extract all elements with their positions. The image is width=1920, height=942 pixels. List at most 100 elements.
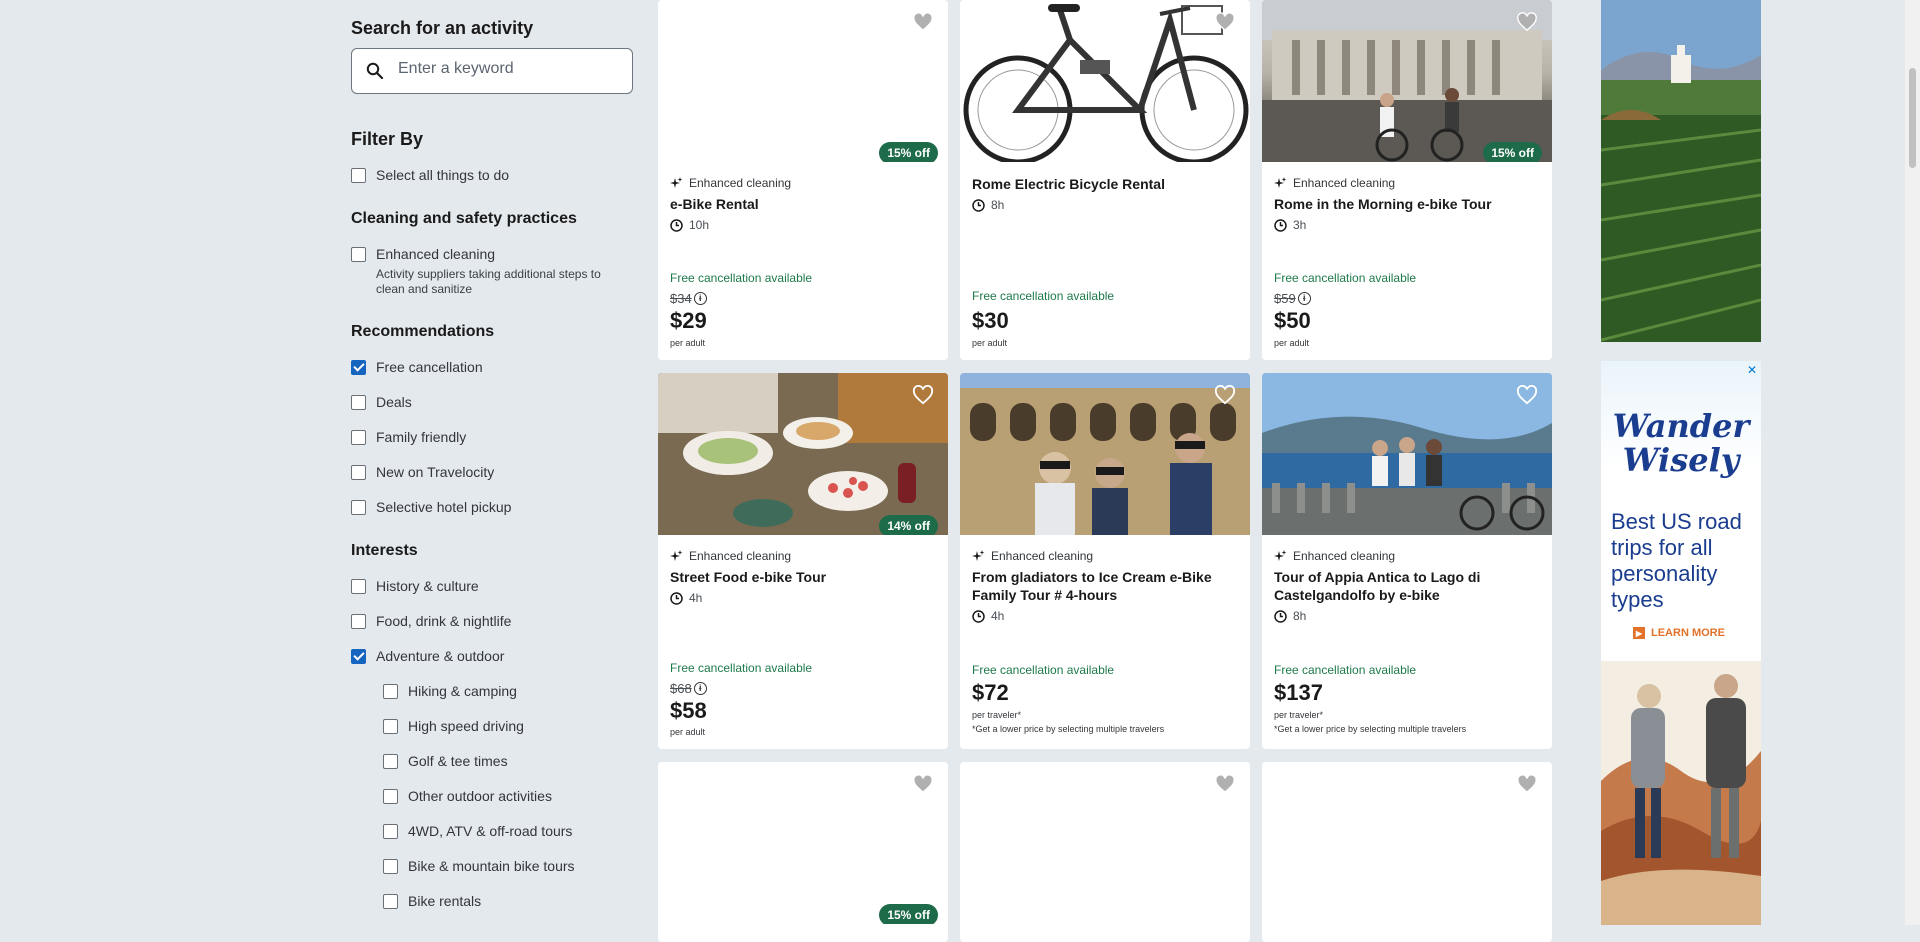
- activity-title[interactable]: Rome in the Morning e-bike Tour: [1274, 195, 1540, 213]
- ad-banner-top[interactable]: [1601, 0, 1761, 342]
- checkbox-deals[interactable]: Deals: [351, 392, 412, 412]
- activity-title[interactable]: e-Bike Rental: [670, 195, 936, 213]
- checkbox-box[interactable]: [383, 683, 398, 699]
- checkbox-label: Select all things to do: [376, 167, 510, 183]
- checkbox-box[interactable]: [383, 788, 398, 804]
- activity-image[interactable]: [1262, 373, 1552, 535]
- favorite-heart-icon[interactable]: [1516, 774, 1538, 794]
- favorite-heart-icon[interactable]: [912, 774, 934, 794]
- activity-card-rome-electric-bicycle[interactable]: Rome Electric Bicycle Rental 8h Free can…: [960, 0, 1250, 360]
- cleaning-label: Enhanced cleaning: [689, 549, 792, 563]
- checkbox-box[interactable]: [383, 823, 398, 839]
- recommendations-title: Recommendations: [351, 323, 495, 340]
- activity-card-rome-morning-tour[interactable]: 15% off Enhanced cleaning Rome in the Mo…: [1262, 0, 1552, 360]
- checkbox-label: Adventure & outdoor: [376, 648, 505, 664]
- checkbox-other-outdoor[interactable]: Other outdoor activities: [383, 786, 552, 806]
- free-cancellation-text: Free cancellation available: [670, 271, 813, 285]
- checkbox-box[interactable]: [383, 718, 398, 734]
- food-table-image: [658, 373, 948, 535]
- activity-image[interactable]: [1262, 762, 1552, 924]
- sparkle-icon: [670, 549, 683, 561]
- scrollbar-thumb[interactable]: [1909, 68, 1916, 168]
- original-price-value: $59: [1274, 291, 1296, 306]
- checkbox-box[interactable]: [351, 499, 366, 515]
- checkbox-enhanced-cleaning[interactable]: Enhanced cleaning: [351, 244, 495, 264]
- checkbox-golf[interactable]: Golf & tee times: [383, 751, 508, 771]
- search-icon: [366, 62, 384, 80]
- activity-image[interactable]: 15% off: [658, 762, 948, 924]
- checkbox-bike-tours[interactable]: Bike & mountain bike tours: [383, 856, 575, 876]
- info-icon[interactable]: i: [1297, 292, 1311, 305]
- checkbox-history-culture[interactable]: History & culture: [351, 576, 479, 596]
- ad-cta[interactable]: ▶ LEARN MORE: [1633, 627, 1725, 639]
- clock-icon: [972, 609, 985, 623]
- favorite-heart-icon[interactable]: [1516, 385, 1538, 405]
- favorite-heart-icon[interactable]: [912, 385, 934, 405]
- favorite-heart-icon[interactable]: [1214, 12, 1236, 32]
- activity-title[interactable]: From gladiators to Ice Cream e-Bike Fami…: [972, 568, 1238, 604]
- activity-image[interactable]: [960, 0, 1250, 162]
- favorite-heart-icon[interactable]: [1516, 12, 1538, 32]
- checkbox-box[interactable]: [383, 753, 398, 769]
- enhanced-cleaning-tag: Enhanced cleaning: [972, 549, 1093, 563]
- checkbox-label: New on Travelocity: [376, 464, 495, 480]
- checkbox-box[interactable]: [351, 578, 366, 594]
- checkbox-box[interactable]: [351, 167, 366, 183]
- price-unit: per adult: [972, 338, 1008, 348]
- checkbox-hiking-camping[interactable]: Hiking & camping: [383, 681, 517, 701]
- search-field[interactable]: [351, 48, 633, 94]
- info-icon[interactable]: i: [693, 292, 707, 305]
- activity-image[interactable]: [960, 762, 1250, 924]
- activity-card[interactable]: 15% off: [658, 762, 948, 942]
- activity-card-gladiators-tour[interactable]: Enhanced cleaning From gladiators to Ice…: [960, 373, 1250, 749]
- checkbox-box[interactable]: [351, 429, 366, 445]
- checkbox-bike-rentals[interactable]: Bike rentals: [383, 891, 481, 911]
- checkbox-box[interactable]: [383, 893, 398, 909]
- activity-card-street-food-tour[interactable]: 14% off Enhanced cleaning Street Food e-…: [658, 373, 948, 749]
- checkbox-family-friendly[interactable]: Family friendly: [351, 427, 466, 447]
- checkbox-adventure-outdoor[interactable]: Adventure & outdoor: [351, 646, 504, 666]
- checkbox-label: Family friendly: [376, 429, 467, 445]
- favorite-heart-icon[interactable]: [1214, 774, 1236, 794]
- search-input[interactable]: [396, 59, 620, 79]
- activity-title[interactable]: Street Food e-bike Tour: [670, 568, 936, 586]
- checkbox-box[interactable]: [351, 246, 366, 262]
- activity-image[interactable]: [960, 373, 1250, 535]
- duration-label: 4h: [689, 591, 703, 605]
- page-scrollbar[interactable]: [1905, 0, 1920, 925]
- activity-image[interactable]: 15% off: [658, 0, 948, 162]
- activity-card[interactable]: [960, 762, 1250, 942]
- checkbox-food-drink[interactable]: Food, drink & nightlife: [351, 611, 511, 631]
- checkbox-box[interactable]: [351, 359, 366, 375]
- checkbox-label: History & culture: [376, 578, 479, 594]
- checkbox-box[interactable]: [383, 858, 398, 874]
- info-icon[interactable]: i: [693, 682, 707, 695]
- favorite-heart-icon[interactable]: [1214, 385, 1236, 405]
- checkbox-box[interactable]: [351, 464, 366, 480]
- checkbox-4wd-atv[interactable]: 4WD, ATV & off-road tours: [383, 821, 572, 841]
- activity-card-ebike-rental[interactable]: 15% off Enhanced cleaning e-Bike Rental …: [658, 0, 948, 360]
- ad-headline: Best US road trips for all personality t…: [1611, 509, 1742, 612]
- ad-brand: Wander Wisely: [1601, 409, 1761, 477]
- activity-image[interactable]: 14% off: [658, 373, 948, 535]
- checkbox-box[interactable]: [351, 613, 366, 629]
- checkbox-new-on-travelocity[interactable]: New on Travelocity: [351, 462, 494, 482]
- original-price: $68 i: [670, 681, 707, 696]
- activity-title[interactable]: Tour of Appia Antica to Lago di Castelga…: [1274, 568, 1540, 604]
- checkbox-free-cancellation[interactable]: Free cancellation: [351, 357, 483, 377]
- free-cancellation-text: Free cancellation available: [972, 663, 1115, 677]
- activity-image[interactable]: 15% off: [1262, 0, 1552, 162]
- checkbox-high-speed-driving[interactable]: High speed driving: [383, 716, 524, 736]
- ad-brand-line2: Wisely: [1622, 441, 1740, 479]
- free-cancellation-text: Free cancellation available: [670, 661, 813, 675]
- checkbox-hotel-pickup[interactable]: Selective hotel pickup: [351, 497, 511, 517]
- checkbox-select-all[interactable]: Select all things to do: [351, 165, 509, 185]
- ad-close-icon[interactable]: ✕: [1747, 363, 1757, 377]
- checkbox-box[interactable]: [351, 394, 366, 410]
- activity-card[interactable]: [1262, 762, 1552, 942]
- ad-banner-wander-wisely[interactable]: ✕ Wander Wisely Best US road trips for a…: [1601, 361, 1761, 925]
- activity-card-appia-antica-tour[interactable]: Enhanced cleaning Tour of Appia Antica t…: [1262, 373, 1552, 749]
- checkbox-box[interactable]: [351, 648, 366, 664]
- favorite-heart-icon[interactable]: [912, 12, 934, 32]
- activity-title[interactable]: Rome Electric Bicycle Rental: [972, 175, 1238, 193]
